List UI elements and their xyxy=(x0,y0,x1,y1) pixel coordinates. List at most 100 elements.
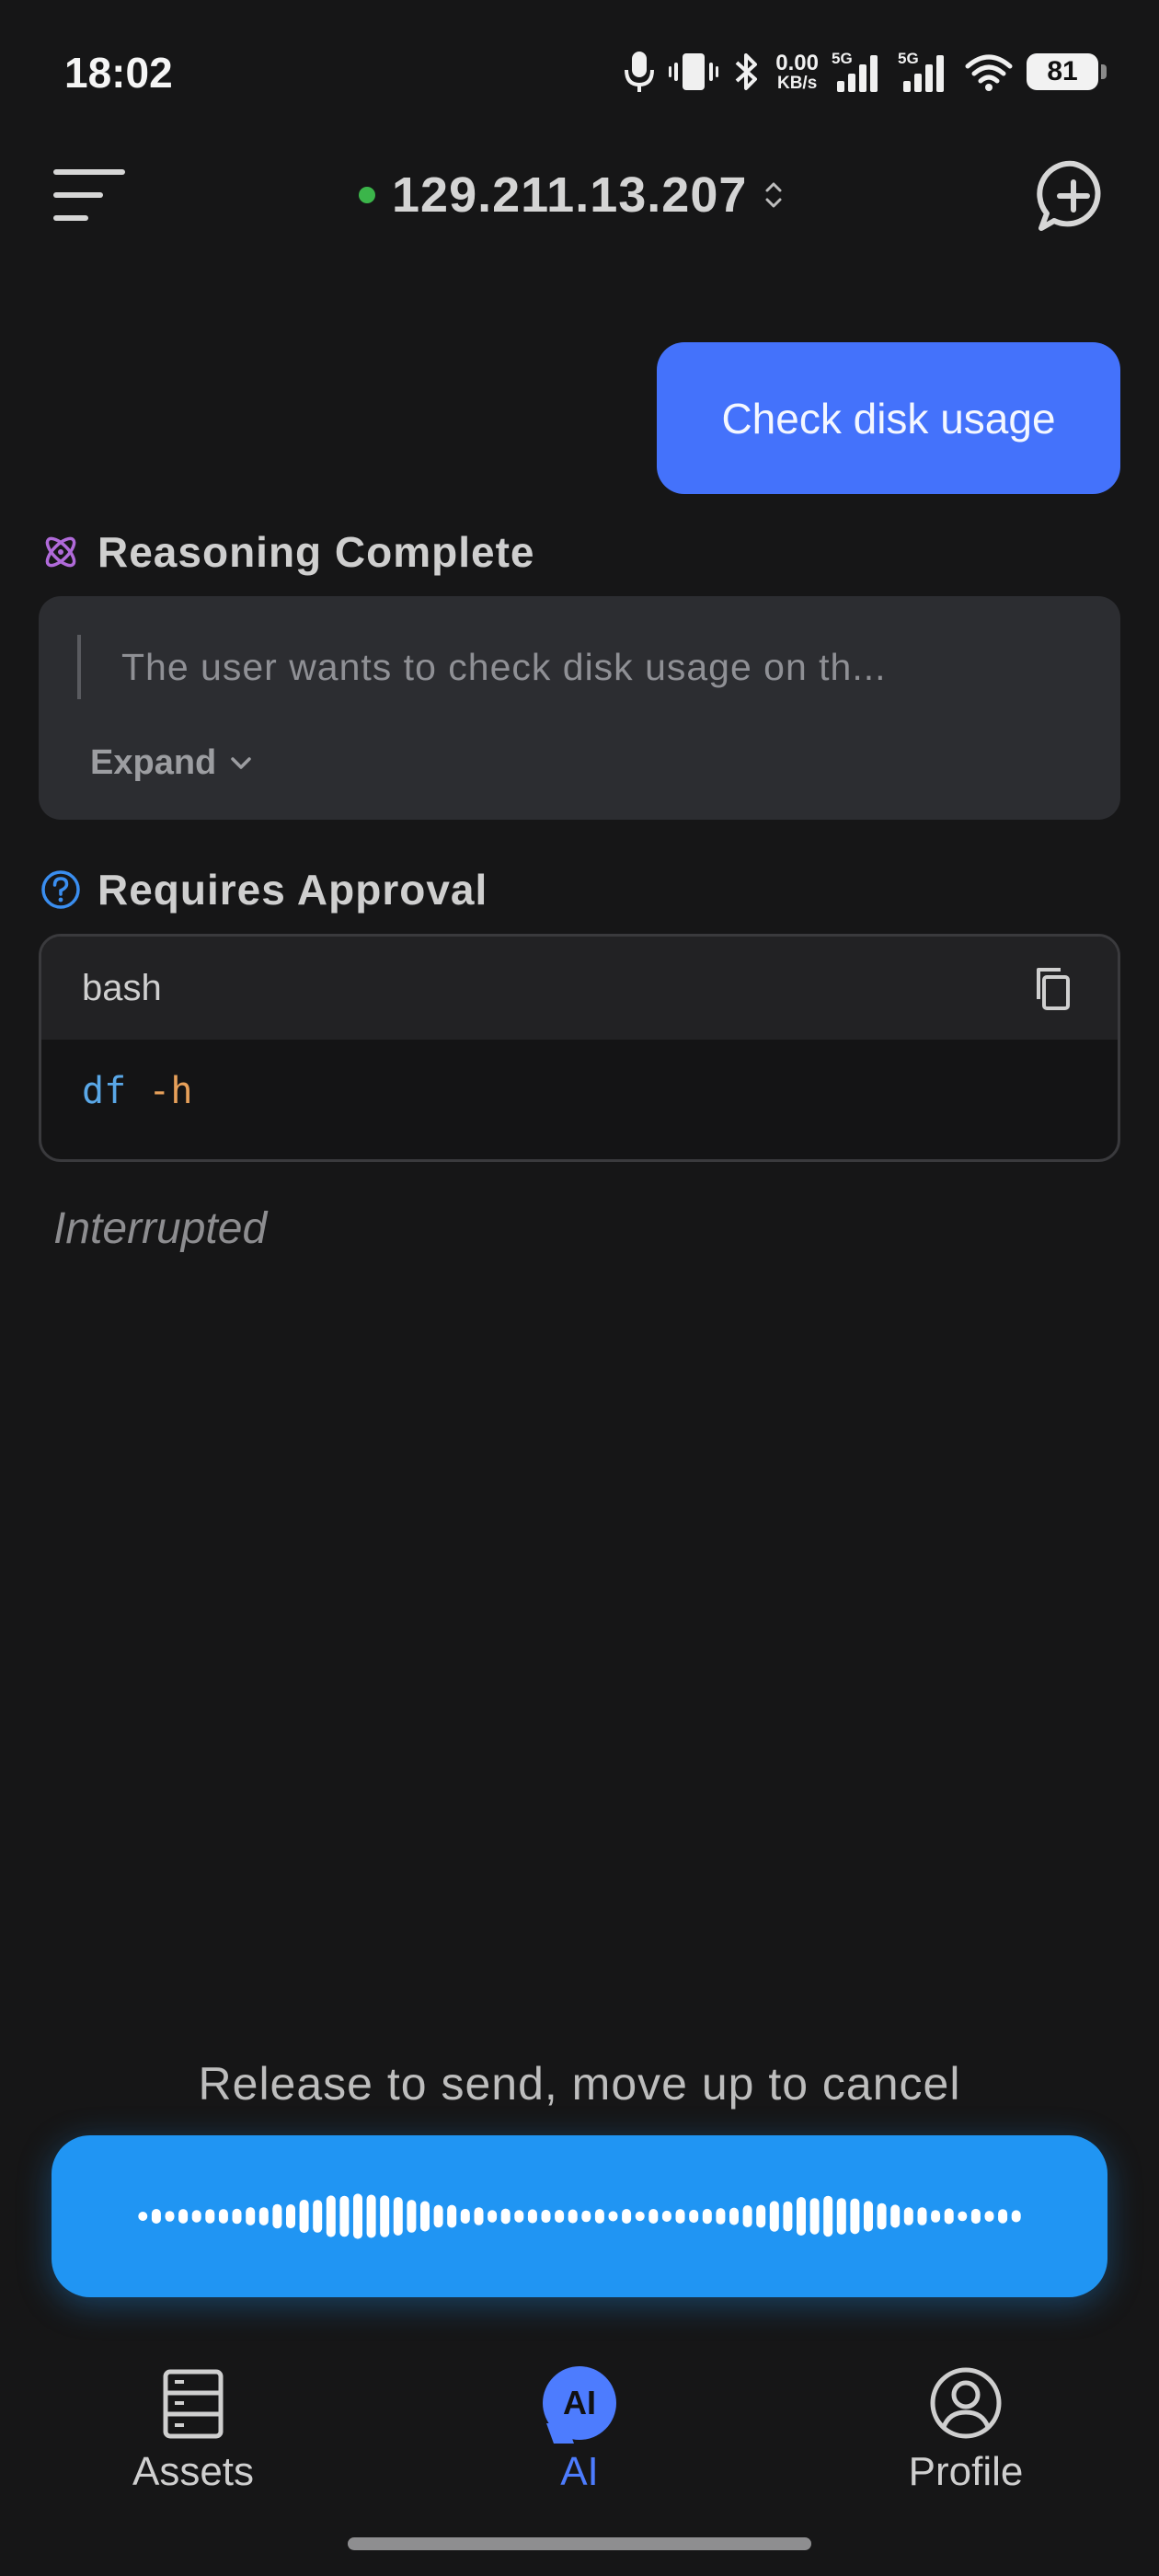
waveform-bar xyxy=(326,2195,336,2237)
ai-badge-text: AI xyxy=(563,2384,596,2421)
app-header: 129.211.13.207 xyxy=(0,138,1159,248)
nav-label: AI xyxy=(560,2449,599,2494)
waveform-bar xyxy=(433,2204,443,2228)
code-language: bash xyxy=(82,967,162,1008)
net-speed-value: 0.00 xyxy=(775,50,819,75)
server-selector[interactable]: 129.211.13.207 xyxy=(359,166,784,224)
waveform-bar xyxy=(258,2207,269,2225)
waveform-bar xyxy=(460,2208,470,2224)
waveform-bar xyxy=(568,2209,578,2224)
waveform-bar xyxy=(998,2209,1008,2224)
microphone-icon xyxy=(625,52,655,92)
expand-label: Expand xyxy=(90,743,217,782)
bluetooth-icon xyxy=(735,53,758,90)
waveform-bar xyxy=(286,2204,295,2229)
nav-label: Profile xyxy=(908,2449,1024,2494)
status-bar: 18:02 0.00 KB/s 5G 5G 81 xyxy=(0,0,1159,138)
nav-assets[interactable]: Assets xyxy=(55,2337,331,2495)
waveform-bar xyxy=(366,2194,376,2238)
waveform-bar xyxy=(864,2201,873,2232)
status-time: 18:02 xyxy=(64,49,173,97)
waveform-bar xyxy=(313,2200,323,2233)
waveform-bar xyxy=(931,2210,941,2223)
ai-chat-icon: AI xyxy=(541,2364,618,2442)
waveform-bar xyxy=(218,2209,228,2224)
waveform-bar xyxy=(797,2197,806,2236)
waveform-bar xyxy=(958,2211,968,2222)
waveform-bar xyxy=(903,2207,913,2225)
battery-level: 81 xyxy=(1047,56,1078,86)
waveform-bar xyxy=(272,2203,282,2229)
chevron-down-icon xyxy=(231,756,251,769)
waveform-bar xyxy=(984,2211,994,2222)
waveform-bar xyxy=(648,2209,659,2224)
waveform-bar xyxy=(299,2200,309,2234)
profile-icon xyxy=(930,2367,1002,2439)
waveform-bar xyxy=(809,2198,820,2235)
voice-hint: Release to send, move up to cancel xyxy=(198,2058,961,2110)
approval-header: Requires Approval xyxy=(40,862,488,917)
menu-icon[interactable] xyxy=(48,158,131,232)
waveform-bar xyxy=(447,2204,457,2228)
new-chat-icon[interactable] xyxy=(1034,156,1113,236)
voice-record-button[interactable] xyxy=(52,2135,1107,2297)
net-speed-unit: KB/s xyxy=(776,73,818,93)
approval-title: Requires Approval xyxy=(98,866,488,914)
copy-icon[interactable] xyxy=(1029,964,1077,1012)
nav-profile[interactable]: Profile xyxy=(828,2337,1104,2495)
waveform-bar xyxy=(756,2204,766,2228)
waveform-bar xyxy=(970,2208,981,2225)
battery-icon: 81 xyxy=(1027,53,1107,90)
waveform-bar xyxy=(178,2209,189,2224)
waveform-bar xyxy=(191,2210,201,2223)
waveform-bar xyxy=(380,2195,390,2237)
waveform-bar xyxy=(702,2208,712,2225)
waveform-bar xyxy=(138,2212,148,2221)
waveform-bar xyxy=(474,2207,484,2225)
code-block-header: bash xyxy=(41,937,1118,1040)
server-icon xyxy=(163,2369,224,2439)
bottom-nav: Assets AI AI Profile xyxy=(0,2337,1159,2521)
wifi-icon xyxy=(965,54,1013,91)
signal-icon: 5G xyxy=(898,48,951,96)
atom-icon xyxy=(45,536,76,568)
waveform-bar xyxy=(165,2211,175,2222)
waveform-bar xyxy=(500,2208,511,2225)
waveform-bar xyxy=(689,2209,699,2224)
waveform-bar xyxy=(514,2210,524,2223)
expand-button[interactable]: Expand xyxy=(90,743,255,783)
waveform-bar xyxy=(151,2209,161,2224)
waveform-bar xyxy=(353,2193,362,2239)
nav-ai[interactable]: AI AI xyxy=(442,2337,717,2495)
waveform-bar xyxy=(205,2209,215,2224)
code-command: df xyxy=(82,1070,127,1112)
waveform-bar xyxy=(675,2209,685,2224)
waveform-bar xyxy=(769,2201,779,2232)
waveform-bar xyxy=(1011,2210,1021,2223)
waveform-bar xyxy=(488,2210,498,2223)
waveform-bar xyxy=(420,2201,430,2232)
code-block: bash df -h xyxy=(39,934,1120,1162)
waveform-bar xyxy=(836,2198,846,2235)
waveform-bar xyxy=(742,2205,752,2227)
ai-badge: AI xyxy=(543,2366,616,2440)
waveform-bar xyxy=(608,2211,618,2222)
waveform-bar xyxy=(661,2210,671,2222)
waveform-bar xyxy=(635,2211,645,2222)
waveform-bar xyxy=(917,2207,927,2225)
waveform-bar xyxy=(823,2195,833,2237)
waveform-bar xyxy=(877,2202,887,2230)
code-argument: -h xyxy=(126,1070,193,1112)
question-circle-icon xyxy=(41,870,80,909)
waveform-bar xyxy=(716,2208,726,2225)
home-indicator xyxy=(348,2537,811,2550)
status-icons: 0.00 KB/s 5G 5G 81 xyxy=(623,44,1107,99)
signal-icon: 5G xyxy=(832,48,885,96)
waveform-bar xyxy=(594,2209,604,2224)
waveform-bar xyxy=(890,2204,901,2228)
updown-chevron-icon xyxy=(765,182,782,208)
waveform-bar xyxy=(944,2208,954,2225)
nav-label: Assets xyxy=(132,2449,255,2494)
reasoning-preview: The user wants to check disk usage on th… xyxy=(77,635,887,699)
waveform-bar xyxy=(555,2210,565,2223)
